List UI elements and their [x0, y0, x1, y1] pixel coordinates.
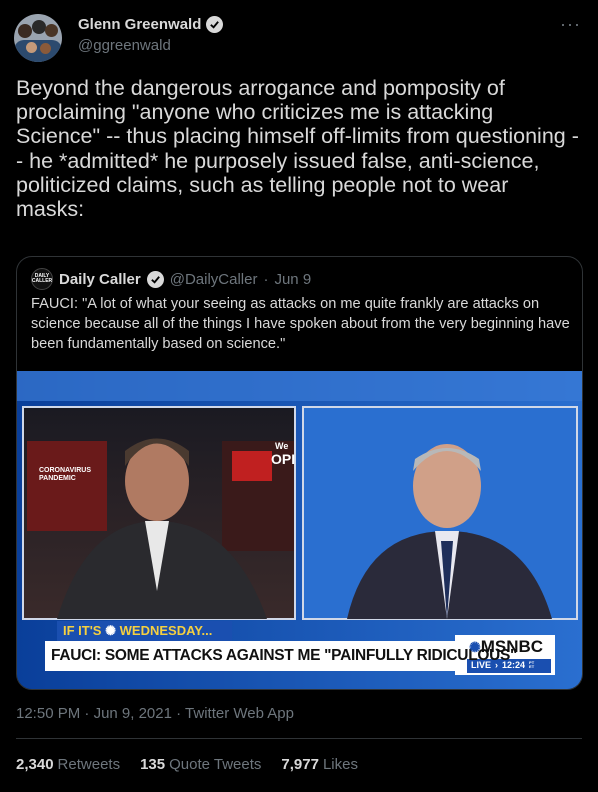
likes-count: 7,977 [281, 756, 319, 773]
meta-separator: · [176, 705, 182, 722]
studio-screen-text-1: We [275, 441, 289, 451]
network-name: MSNBC [480, 637, 544, 656]
coronavirus-pandemic-graphic: CORONAVIRUS PANDEMIC [39, 467, 91, 482]
quoted-date[interactable]: Jun 9 [274, 271, 311, 288]
more-options-icon[interactable]: ··· [560, 14, 581, 35]
quoted-author-name[interactable]: Daily Caller [59, 271, 141, 288]
quote-tweets-stat[interactable]: 135 Quote Tweets [140, 756, 261, 773]
peacock-icon: ✺ [469, 639, 481, 655]
verified-badge-icon [206, 16, 224, 33]
quoted-tweet-text: FAUCI: "A lot of what your seeing as att… [31, 296, 570, 352]
tweet-date[interactable]: Jun 9, 2021 [94, 705, 172, 722]
divider [16, 738, 582, 739]
lower-third-tag-text: IF IT'S [63, 623, 102, 638]
tweet-stats: 2,340 Retweets 135 Quote Tweets 7,977 Likes [16, 756, 358, 773]
author-handle[interactable]: @ggreenwald [78, 37, 171, 54]
quoted-tweet[interactable]: DAILY CALLER Daily Caller @DailyCaller ·… [16, 256, 583, 690]
network-logo: ✺MSNBC [469, 637, 543, 657]
live-time-zone: PT ET [529, 661, 534, 669]
tweet-text: Beyond the dangerous arrogance and pompo… [16, 76, 579, 222]
retweets-label: Retweets [57, 756, 121, 773]
quoted-separator: · [263, 270, 269, 288]
quoted-video-thumbnail[interactable]: CORONAVIRUS PANDEMIC We OPI IF IT'S ✺ WE… [17, 371, 582, 689]
live-indicator: LIVE › 12:24 PT ET [471, 660, 534, 670]
likes-stat[interactable]: 7,977 Likes [281, 756, 358, 773]
live-arrow-icon: › [495, 660, 499, 670]
likes-label: Likes [322, 756, 358, 773]
tweet-time[interactable]: 12:50 PM [16, 705, 80, 722]
lower-third-tag: IF IT'S ✺ WEDNESDAY... [63, 623, 212, 639]
tweet-meta: 12:50 PM · Jun 9, 2021 · Twitter Web App [16, 705, 294, 722]
quoted-author-handle[interactable]: @DailyCaller [170, 271, 258, 288]
quoted-tweet-header: DAILY CALLER Daily Caller @DailyCaller ·… [31, 268, 311, 290]
tweet-source[interactable]: Twitter Web App [185, 705, 294, 722]
author-name[interactable]: Glenn Greenwald [78, 16, 201, 33]
quote-tweets-label: Quote Tweets [169, 756, 262, 773]
studio-screen-text-2: OPI [271, 451, 296, 467]
retweets-stat[interactable]: 2,340 Retweets [16, 756, 120, 773]
daily-caller-logo: DAILY CALLER [31, 268, 53, 290]
live-label: LIVE [471, 660, 492, 670]
time-zone-bottom: ET [529, 664, 535, 669]
live-time: 12:24 [502, 660, 526, 670]
retweets-count: 2,340 [16, 756, 54, 773]
verified-badge-icon [146, 270, 164, 288]
peacock-icon: ✺ [105, 623, 117, 638]
lower-third-headline: FAUCI: SOME ATTACKS AGAINST ME "PAINFULL… [51, 647, 518, 664]
author-avatar[interactable] [14, 14, 62, 62]
lower-third-tag-day: WEDNESDAY... [119, 623, 213, 638]
author-name-row[interactable]: Glenn Greenwald [78, 16, 224, 33]
meta-separator: · [84, 705, 90, 722]
quote-tweets-count: 135 [140, 756, 166, 773]
